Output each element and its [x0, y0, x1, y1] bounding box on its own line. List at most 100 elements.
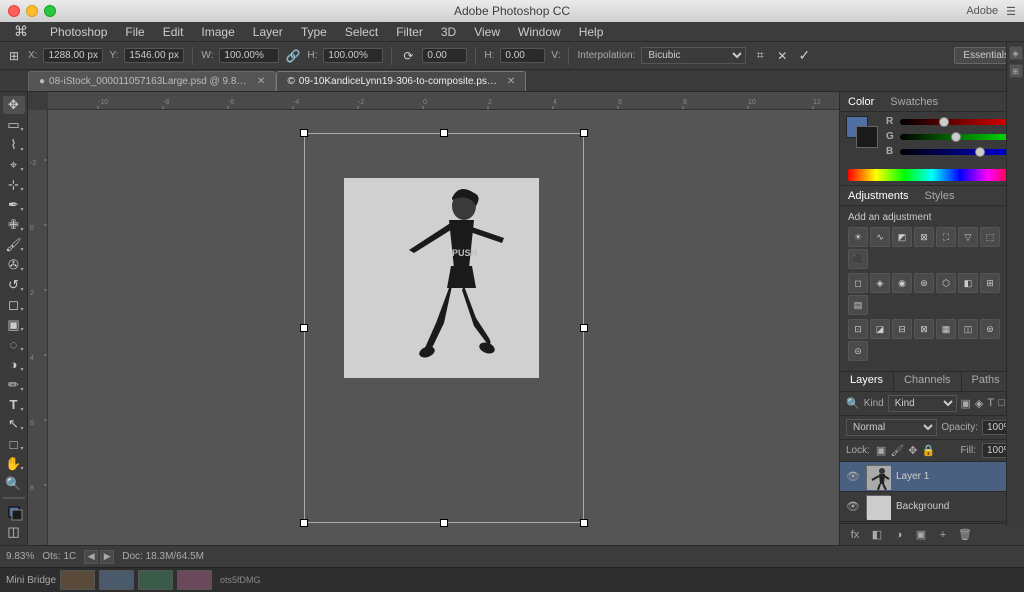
quick-mask-btn[interactable]: ◫ [3, 523, 25, 541]
adj-selectivecolor[interactable]: ⊞ [980, 273, 1000, 293]
background-visibility[interactable]: 👁 [846, 500, 860, 514]
layers-adj-button[interactable]: ◑ [890, 527, 908, 543]
minimize-button[interactable] [26, 5, 38, 17]
interpolation-select[interactable]: Bicubic Bilinear Nearest Neighbor [641, 47, 746, 64]
eraser-tool[interactable]: ◻ ▾ [3, 296, 25, 314]
cancel-transform-icon[interactable]: ✕ [774, 48, 790, 64]
layer-item-layer1[interactable]: 👁 Layer 1 [840, 462, 1024, 492]
adj-bw[interactable]: ⬚ [980, 227, 1000, 247]
close-button[interactable] [8, 5, 20, 17]
adj-threshold[interactable]: ⬡ [936, 273, 956, 293]
layers-tab[interactable]: Layers [840, 372, 894, 391]
h-input[interactable] [323, 48, 383, 63]
handle-bottom-right[interactable] [580, 519, 588, 527]
menu-edit[interactable]: Edit [155, 23, 192, 41]
menu-help[interactable]: Help [571, 23, 612, 41]
adj-colorbalance[interactable]: ▽ [958, 227, 978, 247]
w-input[interactable] [219, 48, 279, 63]
layers-fx-button[interactable]: fx [846, 527, 864, 543]
adj-curves[interactable]: ∿ [870, 227, 890, 247]
menu-window[interactable]: Window [510, 23, 569, 41]
mini-icon-2[interactable]: ⊞ [1009, 64, 1023, 78]
layer-filter-adj[interactable]: ◈ [975, 397, 983, 410]
adj-hsl[interactable]: ⛶ [936, 227, 956, 247]
h-skew-input[interactable] [500, 48, 545, 63]
marquee-tool[interactable]: ▭ ▾ [3, 116, 25, 134]
layer-item-background[interactable]: 👁 Background 🔒 [840, 492, 1024, 522]
dodge-tool[interactable]: ◑ ▾ [3, 356, 25, 374]
quick-select-tool[interactable]: ⌖ ▾ [3, 156, 25, 174]
layer1-visibility[interactable]: 👁 [846, 470, 860, 484]
eyedropper-tool[interactable]: ✒ ▾ [3, 196, 25, 214]
lock-paint-icon[interactable]: 🖌 [890, 444, 904, 457]
nav-prev-button[interactable]: ◀ [84, 550, 98, 564]
adj-extra6[interactable]: ◫ [958, 319, 978, 339]
adj-posterize[interactable]: ⊛ [914, 273, 934, 293]
handle-middle-right[interactable] [580, 324, 588, 332]
adj-channelmixer[interactable]: ◻ [848, 273, 868, 293]
handle-bottom-center[interactable] [440, 519, 448, 527]
layers-kind-select[interactable]: Kind [888, 395, 957, 412]
adj-extra8[interactable]: ⊝ [848, 341, 868, 361]
move-tool[interactable]: ✥ [3, 96, 25, 114]
menu-photoshop[interactable]: Photoshop [42, 23, 115, 41]
brush-tool[interactable]: 🖌 ▾ [3, 236, 25, 254]
layer-filter-text[interactable]: T [987, 397, 994, 410]
menu-filter[interactable]: Filter [388, 23, 431, 41]
adj-extra3[interactable]: ⊟ [892, 319, 912, 339]
adj-exposure[interactable]: ◩ [892, 227, 912, 247]
pen-tool[interactable]: ✏ ▾ [3, 376, 25, 394]
adj-vibrance[interactable]: ⊠ [914, 227, 934, 247]
lock-all-icon[interactable]: 🔒 [922, 444, 936, 457]
layer-filter-shape[interactable]: □ [998, 397, 1005, 410]
adjustments-tab[interactable]: Adjustments [848, 190, 909, 202]
handle-middle-left[interactable] [300, 324, 308, 332]
adj-photofilter[interactable]: ⬛ [848, 249, 868, 269]
x-input[interactable] [43, 48, 103, 63]
handle-top-right[interactable] [580, 129, 588, 137]
clone-tool[interactable]: ✇ ▾ [3, 256, 25, 274]
menu-image[interactable]: Image [193, 23, 242, 41]
background-swatch[interactable] [856, 126, 878, 148]
menu-type[interactable]: Type [293, 23, 335, 41]
handle-top-left[interactable] [300, 129, 308, 137]
layers-delete-button[interactable]: 🗑 [956, 527, 974, 543]
swatches-tab[interactable]: Swatches [890, 96, 938, 108]
styles-tab[interactable]: Styles [925, 190, 955, 202]
adj-extra5[interactable]: ▦ [936, 319, 956, 339]
paths-tab[interactable]: Paths [962, 372, 1011, 391]
hand-tool[interactable]: ✋ ▾ [3, 455, 25, 473]
handle-bottom-left[interactable] [300, 519, 308, 527]
adj-extra2[interactable]: ◪ [870, 319, 890, 339]
tab-1[interactable]: ● 08-iStock_000011057163Large.psd @ 9.83… [28, 71, 276, 91]
channels-tab[interactable]: Channels [894, 372, 961, 391]
adj-colorlookup[interactable]: ◈ [870, 273, 890, 293]
shape-tool[interactable]: □ ▾ [3, 435, 25, 453]
fg-bg-colors[interactable] [3, 503, 25, 521]
adj-invert[interactable]: ◉ [892, 273, 912, 293]
warp-icon[interactable]: ⌗ [752, 48, 768, 64]
adj-levels[interactable]: ▤ [848, 295, 868, 315]
blend-mode-select[interactable]: Normal Multiply Screen [846, 419, 937, 436]
history-tool[interactable]: ↺ ▾ [3, 276, 25, 294]
layers-group-button[interactable]: ▣ [912, 527, 930, 543]
link-icon[interactable]: 🔗 [285, 48, 301, 64]
adj-extra1[interactable]: ⊡ [848, 319, 868, 339]
path-select-tool[interactable]: ↖ ▾ [3, 416, 25, 434]
handle-top-center[interactable] [440, 129, 448, 137]
lock-move-icon[interactable]: ✥ [908, 444, 917, 457]
canvas-viewport[interactable]: PUSH [48, 110, 839, 545]
layer-filter-pixel[interactable]: ▣ [961, 397, 971, 410]
maximize-button[interactable] [44, 5, 56, 17]
healing-tool[interactable]: ✙ ▾ [3, 216, 25, 234]
type-tool[interactable]: T ▾ [3, 396, 25, 414]
menu-layer[interactable]: Layer [245, 23, 291, 41]
rotate-input[interactable] [422, 48, 467, 63]
gradient-tool[interactable]: ▣ ▾ [3, 316, 25, 334]
apple-menu[interactable]: ⌘ [6, 21, 36, 42]
menu-file[interactable]: File [117, 23, 152, 41]
crop-tool[interactable]: ⊹ ▾ [3, 176, 25, 194]
nav-next-button[interactable]: ▶ [100, 550, 114, 564]
lock-transparent-icon[interactable]: ▣ [876, 444, 886, 457]
adj-gradientmap[interactable]: ◧ [958, 273, 978, 293]
